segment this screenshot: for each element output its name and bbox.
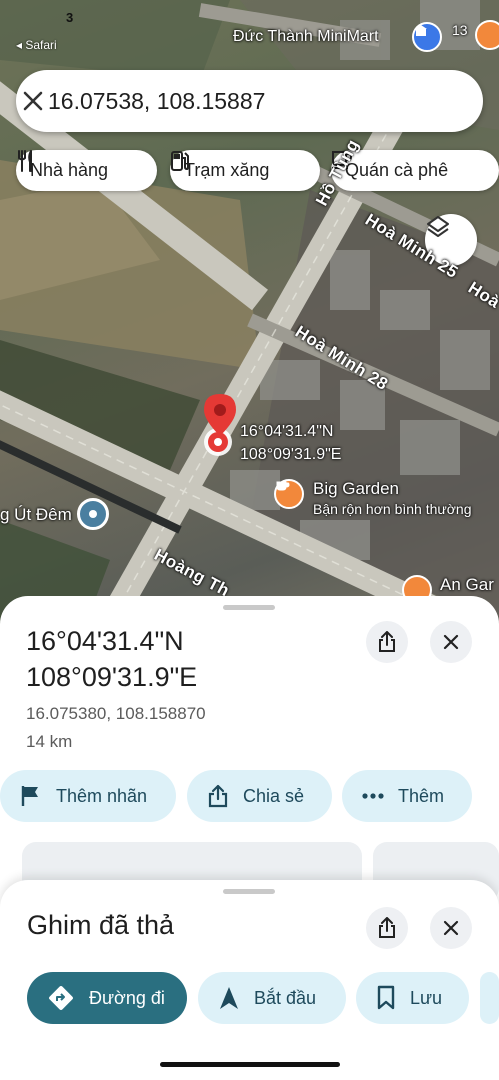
decimal-coordinates: 16.075380, 108.158870 xyxy=(26,704,206,723)
directions-button[interactable]: Đường đi xyxy=(27,972,187,1024)
start-text: Bắt đầu xyxy=(254,987,317,1008)
longitude-dms: 108°09'31.9"E xyxy=(26,662,198,692)
search-bar[interactable]: 16.07538, 108.15887 xyxy=(16,70,483,132)
save-text: Lưu xyxy=(410,987,443,1008)
close-sheet-button[interactable] xyxy=(430,621,472,663)
search-input[interactable]: 16.07538, 108.15887 xyxy=(48,88,265,115)
directions-icon xyxy=(49,986,73,1010)
layers-icon xyxy=(427,216,449,237)
place-label-minimart[interactable]: Đức Thành MiniMart xyxy=(233,28,379,46)
food-icon[interactable] xyxy=(475,20,499,50)
directions-text: Đường đi xyxy=(89,987,165,1008)
navigation-icon xyxy=(220,987,238,1009)
pin-label-lat: 16°04'31.4"N xyxy=(240,423,334,440)
status-time: 3 xyxy=(66,10,74,25)
poi-big-garden-name[interactable]: Big Garden xyxy=(313,479,399,499)
close-icon[interactable] xyxy=(16,84,50,118)
close-sheet-button[interactable] xyxy=(430,907,472,949)
more-actions-peek[interactable] xyxy=(480,972,499,1024)
chip-label: Quán cà phê xyxy=(345,160,449,180)
dropped-pin-icon[interactable] xyxy=(202,394,242,464)
save-button[interactable]: Lưu xyxy=(356,972,469,1024)
share-button[interactable] xyxy=(366,621,408,663)
share-button[interactable] xyxy=(366,907,408,949)
store-icon[interactable] xyxy=(412,22,442,52)
sheet-handle[interactable] xyxy=(223,605,275,610)
badge-count: 13 xyxy=(452,22,468,38)
close-icon xyxy=(443,634,459,650)
distance-text: 14 km xyxy=(26,732,73,751)
latitude-dms: 16°04'31.4"N xyxy=(26,626,184,656)
poi-big-garden-tagline: Bận rộn hơn bình thường xyxy=(313,501,472,517)
chip-restaurants[interactable]: Nhà hàng xyxy=(16,150,157,191)
share-icon xyxy=(208,784,228,808)
poi-right-name[interactable]: An Gar xyxy=(440,575,494,595)
back-to-safari[interactable]: ◂ Safari xyxy=(16,38,57,52)
dropped-pin-sheet: Ghim đã thả Đường đi Bắt đầu Lưu xyxy=(0,880,499,1080)
flag-icon xyxy=(21,786,38,806)
dropped-pin-title: Ghim đã thả xyxy=(27,910,175,940)
coffee-poi-icon[interactable] xyxy=(274,479,304,509)
share-text: Chia sẻ xyxy=(243,785,305,806)
share-icon xyxy=(379,631,395,652)
close-icon xyxy=(443,920,459,936)
more-button[interactable]: Thêm xyxy=(342,770,472,822)
bookmark-icon xyxy=(377,985,395,1010)
start-button[interactable]: Bắt đầu xyxy=(198,972,346,1024)
satellite-map[interactable]: 3 ◂ Safari Đức Thành MiniMart 13 16.0753… xyxy=(0,0,499,640)
share-pill-button[interactable]: Chia sẻ xyxy=(187,770,332,822)
restaurant-icon xyxy=(18,150,32,172)
poi-left-name[interactable]: g Út Đêm xyxy=(0,505,72,525)
share-icon xyxy=(379,917,395,938)
chip-label: Trạm xăng xyxy=(184,160,270,180)
location-dot-icon[interactable] xyxy=(77,498,109,530)
add-label-button[interactable]: Thêm nhãn xyxy=(0,770,176,822)
home-indicator[interactable] xyxy=(160,1062,340,1067)
gas-station-icon xyxy=(171,151,189,171)
sheet-handle[interactable] xyxy=(223,889,275,894)
more-icon xyxy=(362,793,384,799)
more-text: Thêm xyxy=(398,785,445,806)
add-label-text: Thêm nhãn xyxy=(56,785,148,806)
chip-label: Nhà hàng xyxy=(30,160,109,180)
chip-gas-stations[interactable]: Trạm xăng xyxy=(170,150,320,191)
pin-label-lng: 108°09'31.9"E xyxy=(240,446,342,463)
